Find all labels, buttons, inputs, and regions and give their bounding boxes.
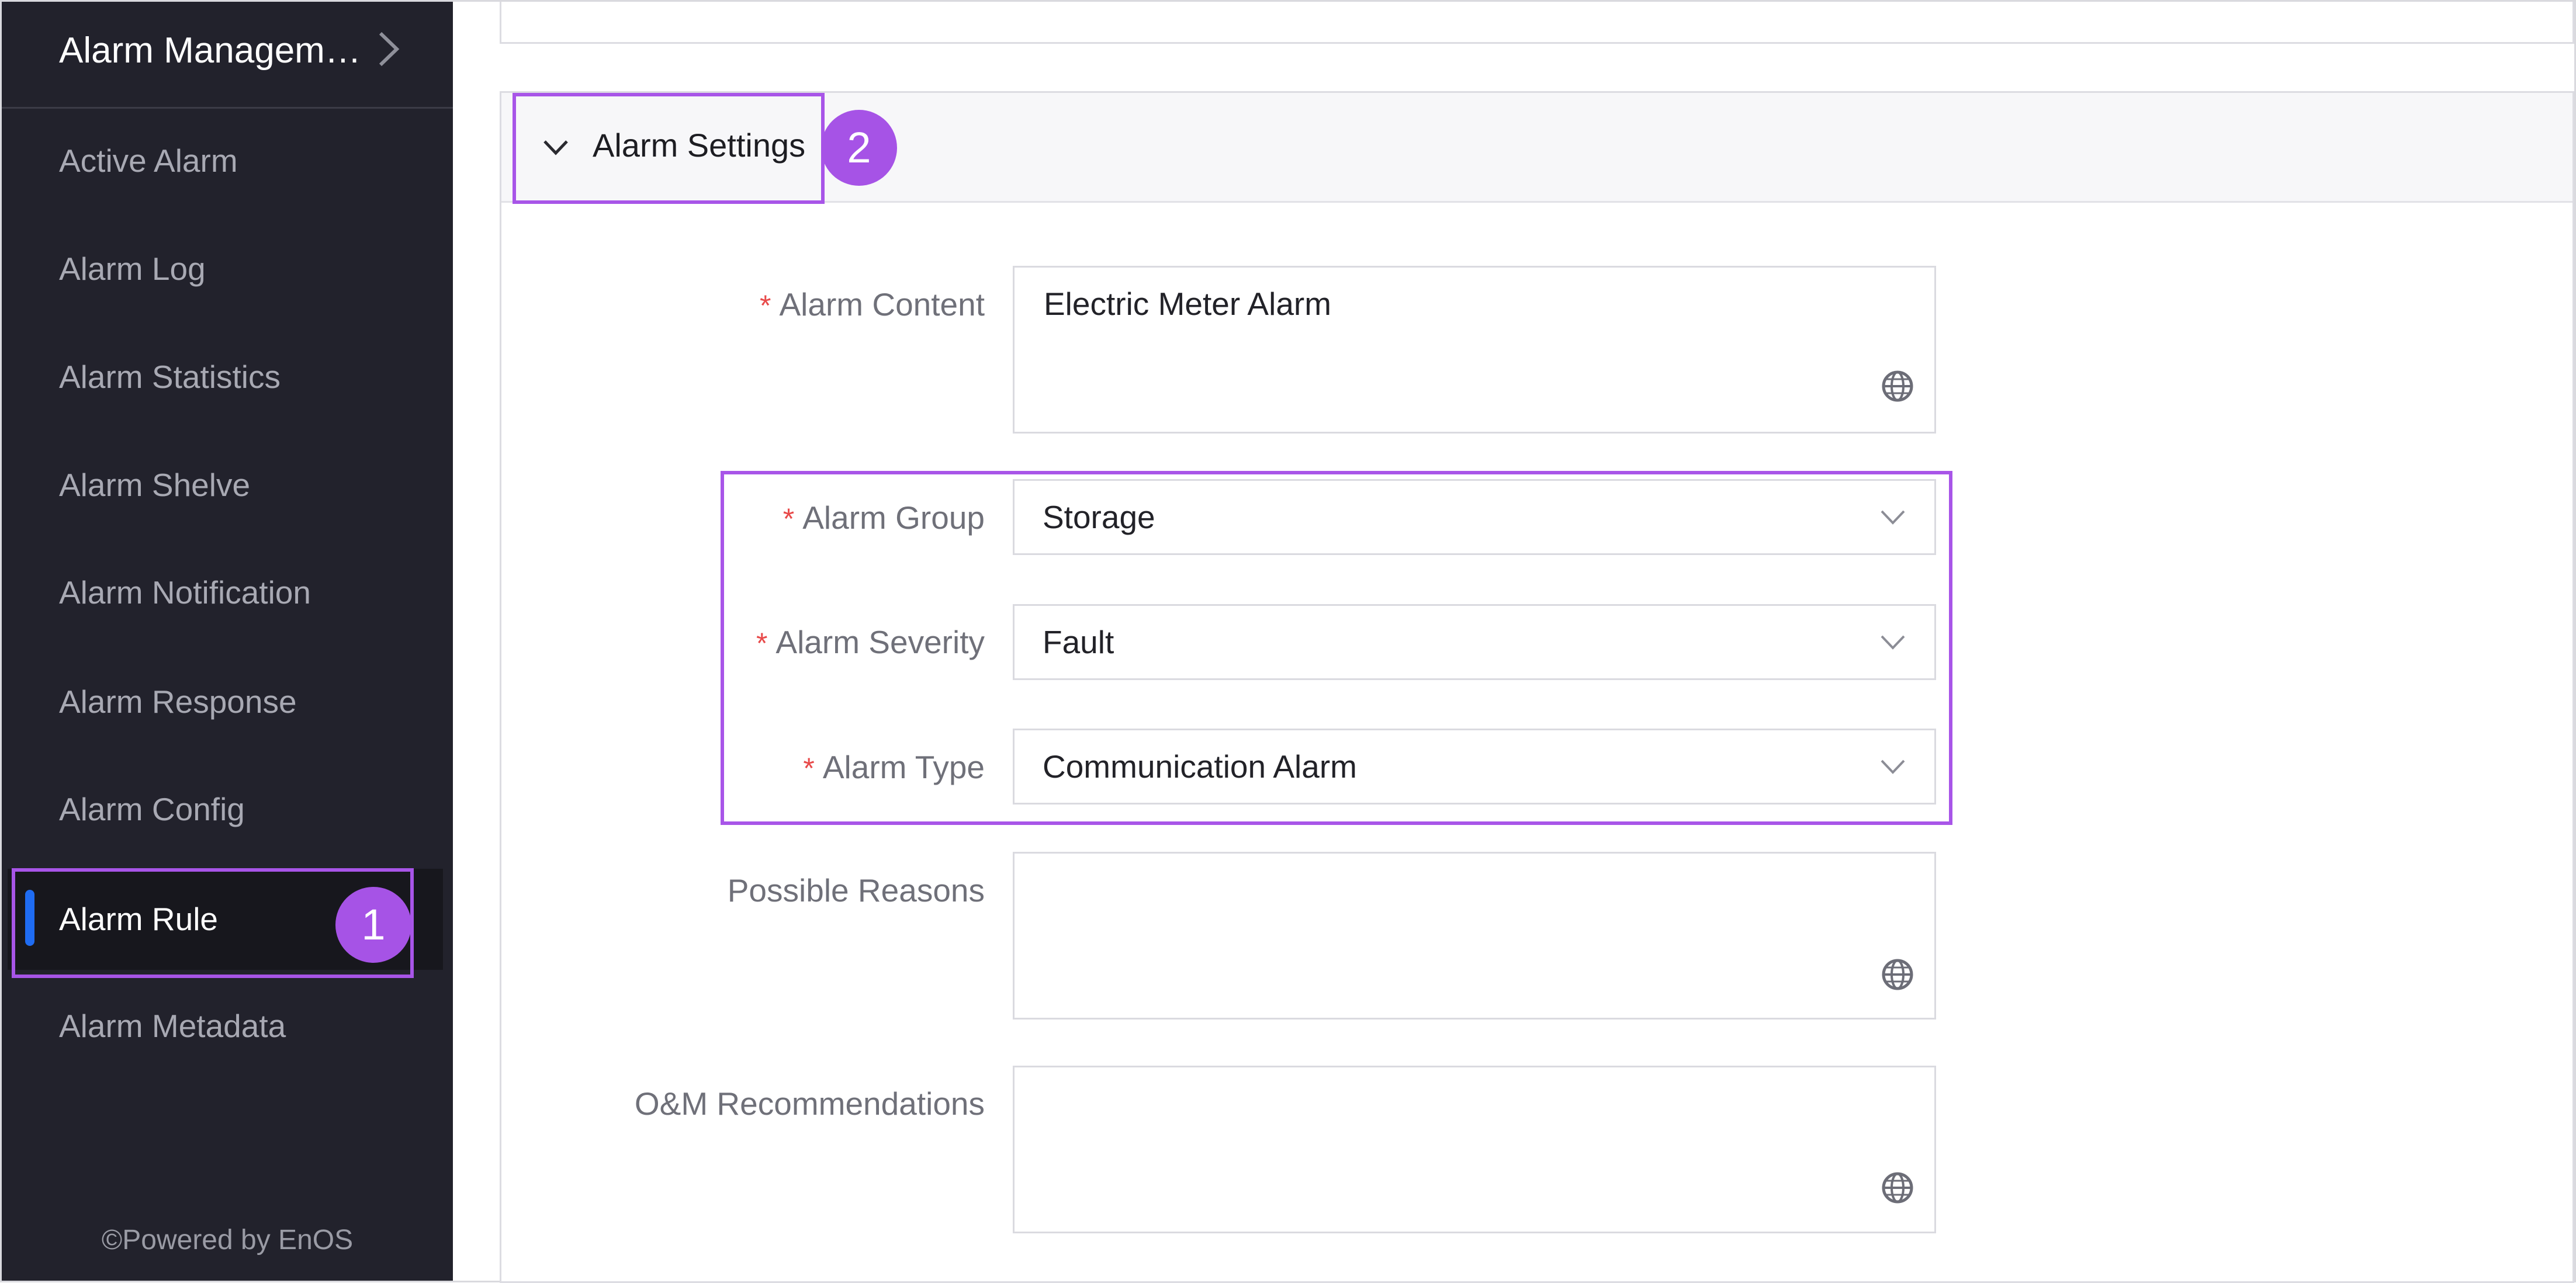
sidebar-item-active-alarm[interactable]: Active Alarm — [2, 123, 453, 199]
sidebar-item-alarm-notification[interactable]: Alarm Notification — [2, 554, 453, 630]
sidebar-item-label: Alarm Shelve — [59, 467, 251, 503]
sidebar-item-alarm-log[interactable]: Alarm Log — [2, 231, 453, 307]
chevron-down-icon — [1881, 510, 1905, 525]
sidebar-item-alarm-config[interactable]: Alarm Config — [2, 771, 453, 847]
alarm-severity-select[interactable]: Fault — [1013, 604, 1936, 680]
sidebar-title: Alarm Managem… — [59, 30, 361, 71]
sidebar-item-alarm-statistics[interactable]: Alarm Statistics — [2, 339, 453, 415]
possible-reasons-label: Possible Reasons — [727, 872, 985, 908]
powered-by: ©Powered by EnOS — [101, 1225, 354, 1256]
alarm-severity-value: Fault — [1043, 624, 1114, 660]
sidebar-item-label: Active Alarm — [59, 143, 238, 179]
sidebar-item-label: Alarm Notification — [59, 574, 311, 611]
globe-icon[interactable] — [1879, 956, 1916, 993]
sidebar-item-alarm-metadata[interactable]: Alarm Metadata — [2, 988, 453, 1064]
required-marker: * — [756, 627, 768, 660]
alarm-group-select[interactable]: Storage — [1013, 479, 1936, 555]
required-marker: * — [783, 502, 795, 535]
sidebar: Alarm Managem… Active Alarm Alarm Log Al… — [2, 2, 453, 1281]
sidebar-header[interactable]: Alarm Managem… — [2, 2, 453, 109]
chevron-down-icon — [1881, 760, 1905, 774]
alarm-type-value: Communication Alarm — [1043, 748, 1357, 785]
possible-reasons-input[interactable] — [1013, 852, 1936, 1020]
annotation-box-2 — [513, 93, 825, 204]
sidebar-item-alarm-shelve[interactable]: Alarm Shelve — [2, 447, 453, 523]
om-recommendations-input[interactable] — [1013, 1066, 1936, 1233]
om-recommendations-label: O&M Recommendations — [634, 1086, 985, 1122]
required-marker: * — [803, 752, 815, 785]
chevron-down-icon — [1881, 635, 1905, 650]
alarm-content-value: Electric Meter Alarm — [1044, 286, 1332, 322]
alarm-content-input[interactable]: Electric Meter Alarm — [1013, 266, 1936, 434]
globe-icon[interactable] — [1879, 368, 1916, 404]
alarm-severity-label: * Alarm Severity — [756, 624, 985, 660]
alarm-type-label: * Alarm Type — [803, 749, 985, 785]
sidebar-item-label: Alarm Response — [59, 684, 297, 720]
alarm-group-value: Storage — [1043, 499, 1155, 535]
annotation-badge-1: 1 — [335, 887, 411, 963]
alarm-content-label: * Alarm Content — [759, 286, 985, 323]
sidebar-item-label: Alarm Metadata — [59, 1008, 286, 1044]
sidebar-item-label: Alarm Log — [59, 251, 206, 287]
annotation-badge-2: 2 — [821, 110, 897, 186]
chevron-right-icon[interactable] — [376, 29, 401, 70]
sidebar-item-alarm-response[interactable]: Alarm Response — [2, 664, 453, 740]
sidebar-item-label: Alarm Statistics — [59, 359, 281, 395]
previous-section-card — [500, 2, 2574, 44]
alarm-group-label: * Alarm Group — [783, 500, 985, 536]
required-marker: * — [759, 289, 771, 322]
globe-icon[interactable] — [1879, 1170, 1916, 1206]
alarm-type-select[interactable]: Communication Alarm — [1013, 729, 1936, 805]
sidebar-item-label: Alarm Config — [59, 791, 245, 827]
